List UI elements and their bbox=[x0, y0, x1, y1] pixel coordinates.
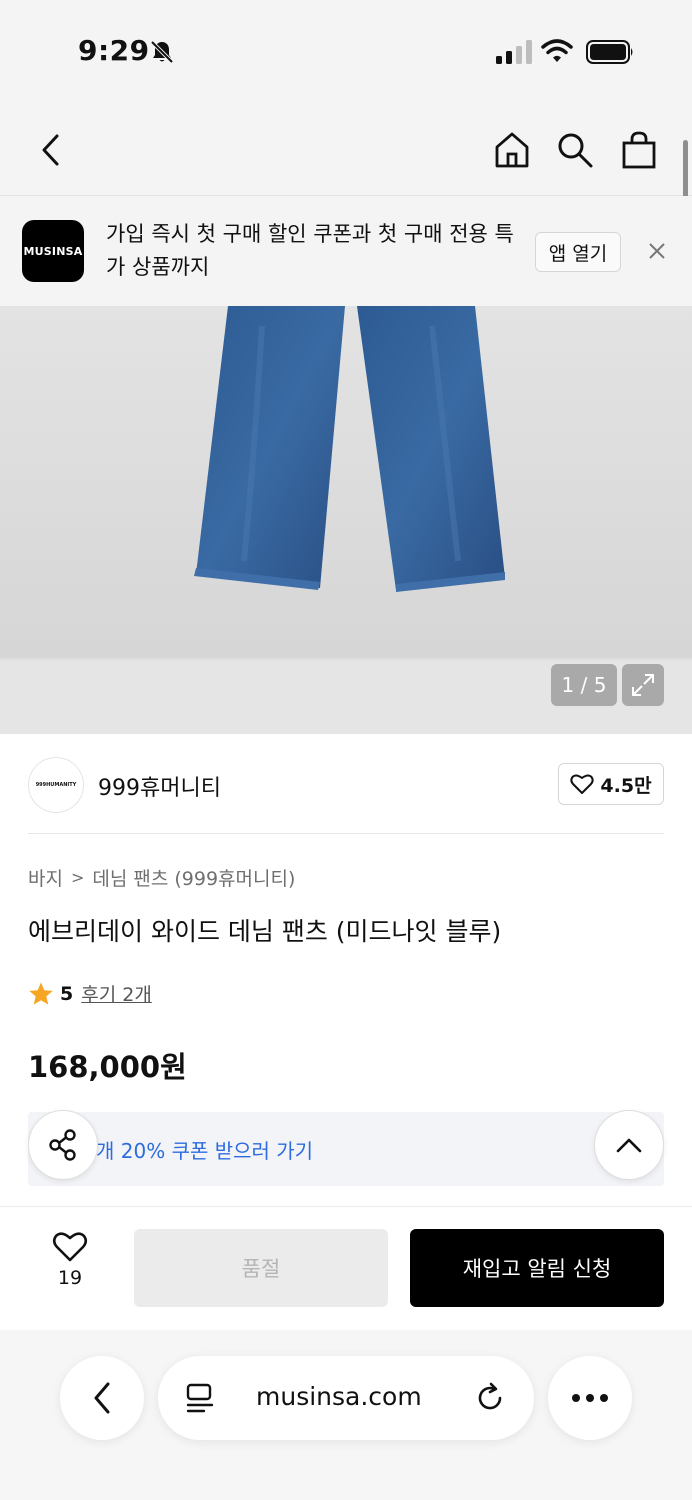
brand-logo[interactable]: 999HUMANITY bbox=[28, 757, 84, 813]
browser-back-button[interactable] bbox=[60, 1356, 144, 1440]
search-button[interactable] bbox=[553, 128, 597, 172]
musinsa-app-logo: MUSINSA bbox=[22, 220, 84, 282]
cart-button[interactable] bbox=[617, 128, 661, 172]
banner-message: 가입 즉시 첫 구매 할인 쿠폰과 첫 구매 전용 특가 상품까지 bbox=[106, 222, 514, 279]
browser-toolbar: musinsa.com bbox=[0, 1330, 692, 1500]
wishlist-button[interactable]: 19 bbox=[38, 1231, 102, 1289]
status-bar: 9:29 bbox=[0, 0, 692, 100]
breadcrumb-category[interactable]: 바지 bbox=[28, 864, 63, 891]
brand-name[interactable]: 999휴머니티 bbox=[98, 770, 221, 802]
rating-value: 5 bbox=[60, 982, 74, 1005]
open-app-button[interactable]: 앱 열기 bbox=[535, 232, 621, 272]
soldout-button: 품절 bbox=[134, 1229, 388, 1307]
scroll-to-top-button[interactable] bbox=[594, 1110, 664, 1180]
share-button[interactable] bbox=[28, 1110, 98, 1180]
brand-like-count: 4.5만 bbox=[600, 774, 652, 797]
reload-icon[interactable] bbox=[474, 1382, 506, 1414]
brand-row[interactable]: 999HUMANITY 999휴머니티 4.5만 bbox=[28, 754, 664, 834]
chevron-left-icon bbox=[94, 1382, 110, 1414]
close-icon bbox=[649, 243, 665, 259]
coupon-banner[interactable]: 개 20% 쿠폰 받으러 가기 bbox=[28, 1112, 664, 1186]
url-text: musinsa.com bbox=[256, 1382, 422, 1411]
address-bar[interactable]: musinsa.com bbox=[158, 1356, 534, 1440]
product-price: 168,000원 bbox=[28, 1050, 187, 1084]
status-time: 9:29 bbox=[78, 34, 150, 67]
rating-row: 5 후기 2개 bbox=[28, 980, 152, 1007]
breadcrumb: 바지 > 데님 팬츠 (999휴머니티) bbox=[28, 864, 295, 891]
wifi-icon bbox=[541, 39, 573, 62]
restock-alert-button[interactable]: 재입고 알림 신청 bbox=[410, 1229, 664, 1307]
app-install-banner: MUSINSA 가입 즉시 첫 구매 할인 쿠폰과 첫 구매 전용 특가 상품까… bbox=[0, 196, 692, 306]
banner-close-button[interactable] bbox=[644, 238, 670, 264]
expand-icon bbox=[632, 674, 654, 696]
coupon-text: 개 20% 쿠폰 받으러 가기 bbox=[96, 1139, 314, 1163]
denim-pants-image bbox=[194, 306, 505, 592]
product-title: 에브리데이 와이드 데님 팬츠 (미드나잇 블루) bbox=[28, 917, 502, 946]
shopping-bag-icon bbox=[622, 131, 656, 169]
top-navigation bbox=[0, 100, 692, 196]
purchase-bar: 19 품절 재입고 알림 신청 bbox=[0, 1206, 692, 1330]
cellular-signal-icon bbox=[496, 40, 532, 64]
search-icon bbox=[558, 133, 593, 168]
browser-more-button[interactable] bbox=[548, 1356, 632, 1440]
breadcrumb-separator: > bbox=[70, 868, 85, 887]
image-counter: 1 / 5 bbox=[551, 664, 617, 706]
home-icon bbox=[495, 132, 529, 168]
battery-icon bbox=[586, 40, 633, 64]
bell-slash-icon bbox=[150, 40, 174, 64]
star-icon bbox=[29, 982, 53, 1005]
more-dots-icon bbox=[572, 1394, 608, 1402]
expand-image-button[interactable] bbox=[622, 664, 664, 706]
chevron-up-icon bbox=[616, 1138, 642, 1153]
page-menu-icon bbox=[186, 1383, 214, 1413]
back-button[interactable] bbox=[28, 128, 72, 172]
review-link[interactable]: 후기 2개 bbox=[81, 980, 152, 1007]
heart-icon bbox=[570, 774, 595, 794]
share-icon bbox=[49, 1129, 76, 1161]
breadcrumb-subcategory[interactable]: 데님 팬츠 (999휴머니티) bbox=[92, 864, 295, 891]
wishlist-count: 19 bbox=[57, 1267, 83, 1289]
home-button[interactable] bbox=[490, 128, 534, 172]
heart-icon bbox=[52, 1232, 88, 1262]
chevron-left-icon bbox=[42, 134, 59, 166]
brand-like-button[interactable]: 4.5만 bbox=[558, 763, 664, 805]
